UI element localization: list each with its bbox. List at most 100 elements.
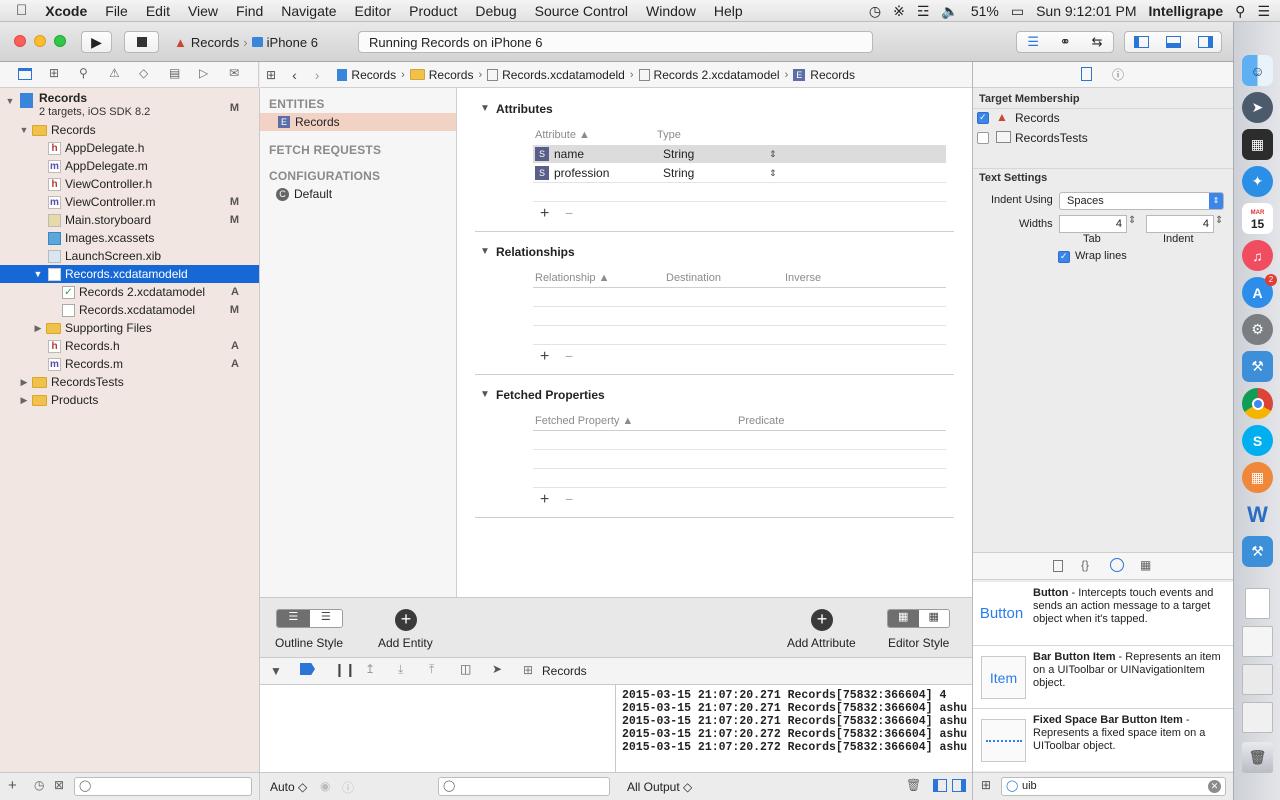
breadcrumb-entity[interactable]: Records [810,68,855,82]
ibooks-icon[interactable]: ▦ [1242,462,1273,493]
disclosure-open-icon[interactable]: ▼ [18,125,30,135]
add-file-icon[interactable]: + [8,777,17,794]
scheme-selector[interactable]: ▲ Records › iPhone 6 [168,31,325,53]
entity-row-records[interactable]: E Records [260,113,456,131]
project-row[interactable]: ▼ Records 2 targets, iOS SDK 8.2 M [0,91,259,121]
menu-help[interactable]: Help [705,3,752,19]
file-template-library-icon[interactable] [1053,560,1063,572]
tree-row-products[interactable]: ▶ Products [0,391,259,409]
screenshot-thumbnail-icon[interactable] [1242,702,1273,733]
media-library-icon[interactable]: ▦ [1140,558,1151,572]
step-into-icon[interactable]: ⤓ [398,662,403,677]
tree-row-appdelegate-m[interactable]: m AppDelegate.m [0,157,259,175]
configuration-row-default[interactable]: C Default [260,185,456,203]
trash-icon[interactable]: 🗑 [1242,742,1273,773]
disclosure-closed-icon[interactable]: ▶ [18,377,30,388]
menu-window[interactable]: Window [637,3,705,19]
quick-look-icon[interactable]: ◉ [320,779,330,793]
project-navigator-icon[interactable] [18,68,32,80]
volume-icon[interactable]: 🔈 [935,3,964,20]
remove-attribute-button[interactable]: − [565,205,573,221]
tree-row-records-xcdatamodel[interactable]: Records.xcdatamodel M [0,301,259,319]
forward-button[interactable]: › [315,67,320,83]
report-navigator-icon[interactable]: ✉ [229,66,239,80]
breakpoint-navigator-icon[interactable]: ▷ [199,66,208,80]
outline-style-list-icon[interactable]: ☰ [277,610,310,627]
run-button[interactable]: ▶ [81,31,112,53]
launchpad-icon[interactable]: ➤ [1242,92,1273,123]
mission-control-icon[interactable]: ▦ [1242,129,1273,160]
disclosure-closed-icon[interactable]: ▶ [18,395,30,406]
breadcrumb-project[interactable]: Records [351,68,396,82]
indent-using-popup[interactable]: Spaces ⇕ [1059,192,1224,210]
variables-filter-input[interactable]: ◯ [438,777,610,796]
attribute-row[interactable]: S profession String ⇕ [533,164,946,182]
pause-icon[interactable]: ❙❙ [334,662,356,678]
console-output-popup[interactable]: All Output ◇ [627,780,692,794]
tree-row-appdelegate-h[interactable]: h AppDelegate.h [0,139,259,157]
tree-row-launchscreen-xib[interactable]: LaunchScreen.xib [0,247,259,265]
menu-editor[interactable]: Editor [346,3,401,19]
menu-source-control[interactable]: Source Control [526,3,637,19]
bluetooth-icon[interactable]: ※ [887,3,911,20]
recent-files-icon[interactable]: ◷ [34,778,44,792]
outline-style-segmented[interactable]: ☰ ☰ [276,609,343,628]
clear-console-icon[interactable]: 🗑 [906,778,921,792]
menu-edit[interactable]: Edit [137,3,179,19]
destination-column-header[interactable]: Destination [666,272,721,284]
add-relationship-button[interactable]: + [540,348,549,366]
symbol-navigator-icon[interactable]: ⊞ [49,66,59,80]
spotlight-icon[interactable]: ⚲ [1229,3,1251,20]
itunes-icon[interactable]: ♫ [1242,240,1273,271]
tree-row-records-h[interactable]: h Records.h A [0,337,259,355]
menu-view[interactable]: View [179,3,227,19]
tab-width-field[interactable]: 4 [1059,215,1127,233]
editor-style-segmented[interactable]: ▦ ▦ [887,609,950,628]
related-items-icon[interactable]: ⊞ [266,68,276,82]
fetched-properties-disclosure-icon[interactable]: ▼ [480,389,490,400]
print-description-icon[interactable]: ⓘ [342,779,354,796]
tree-row-viewcontroller-m[interactable]: m ViewController.m M [0,193,259,211]
type-popup-chevron-icon[interactable]: ⇕ [769,168,777,179]
minimize-window-button[interactable] [34,35,46,47]
target-recordstests-checkbox[interactable] [977,132,989,144]
location-icon[interactable]: ➤ [492,662,502,676]
relationships-disclosure-icon[interactable]: ▼ [480,246,490,257]
add-fetched-property-button[interactable]: + [540,491,549,509]
navigator-filter-input[interactable]: ◯ [74,777,252,796]
xcode-icon[interactable]: ⚒ [1242,351,1273,382]
remove-relationship-button[interactable]: − [565,348,573,364]
chrome-icon[interactable] [1242,388,1273,419]
table-style-icon[interactable]: ▦ [888,610,919,627]
toggle-utilities-icon[interactable] [1197,36,1213,48]
time-machine-icon[interactable]: ◷ [863,3,887,20]
tree-row-recordstests[interactable]: ▶ RecordsTests [0,373,259,391]
scm-filter-icon[interactable]: ⊠ [54,778,64,792]
target-records-checkbox[interactable] [977,112,989,124]
menu-file[interactable]: File [96,3,137,19]
tree-row-main-storyboard[interactable]: Main.storyboard M [0,211,259,229]
split-console-icon[interactable] [952,779,966,792]
toggle-debug-area-icon[interactable] [1165,36,1181,48]
file-inspector-icon[interactable] [1081,67,1092,81]
calendar-icon[interactable]: MAR 15 [1242,203,1273,234]
word-icon[interactable]: W [1242,499,1273,530]
wrap-lines-checkbox[interactable] [1058,251,1070,263]
wifi-icon[interactable]: ☲ [911,3,936,20]
tree-row-records-group[interactable]: ▼ Records [0,121,259,139]
screenshot-thumbnail-icon[interactable] [1242,626,1273,657]
console-output[interactable]: 2015-03-15 21:07:20.271 Records[75832:36… [616,685,972,772]
breakpoints-toggle-icon[interactable] [300,663,315,675]
menu-navigate[interactable]: Navigate [272,3,345,19]
battery-percent[interactable]: 51% [965,3,1005,19]
hide-debug-area-icon[interactable]: ▼ [270,664,282,678]
breadcrumb-group[interactable]: Records [429,68,474,82]
system-preferences-icon[interactable]: ⚙ [1242,314,1273,345]
grid-view-icon[interactable]: ⊞ [981,778,991,792]
skype-icon[interactable]: S [1242,425,1273,456]
attribute-type[interactable]: String [663,166,769,180]
attribute-row[interactable]: S name String ⇕ [533,145,946,163]
remove-fetched-property-button[interactable]: − [565,491,573,507]
view-debugger-icon[interactable]: ◫ [460,662,471,676]
add-entity-button[interactable]: + [395,609,417,631]
